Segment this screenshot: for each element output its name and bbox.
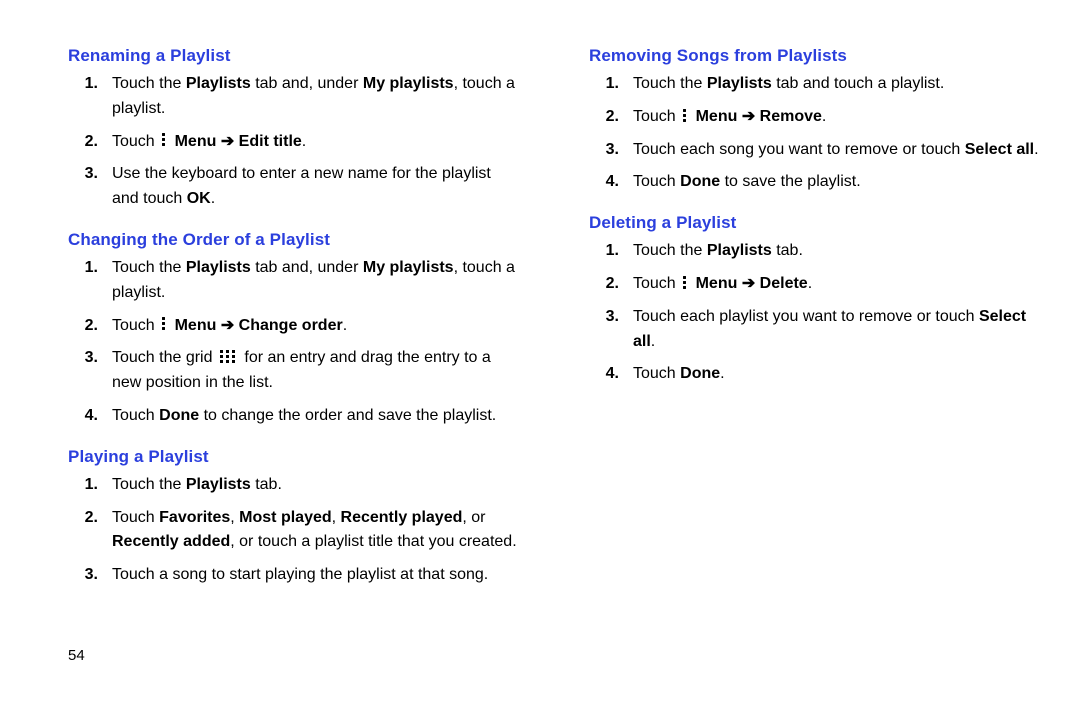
- list-deleting: Touch the Playlists tab. Touch Menu ➔ De…: [589, 239, 1040, 387]
- page-body: Renaming a Playlist Touch the Playlists …: [0, 0, 1080, 596]
- list-item: Touch Menu ➔ Change order.: [68, 314, 519, 339]
- right-column: Removing Songs from Playlists Touch the …: [559, 46, 1040, 596]
- heading-removing: Removing Songs from Playlists: [589, 46, 1040, 66]
- list-item: Touch Favorites, Most played, Recently p…: [68, 506, 519, 556]
- heading-change-order: Changing the Order of a Playlist: [68, 230, 519, 250]
- heading-playing: Playing a Playlist: [68, 447, 519, 467]
- heading-renaming: Renaming a Playlist: [68, 46, 519, 66]
- list-item: Touch the Playlists tab.: [589, 239, 1040, 264]
- list-playing: Touch the Playlists tab. Touch Favorites…: [68, 473, 519, 588]
- list-item: Touch each song you want to remove or to…: [589, 138, 1040, 163]
- list-item: Touch Done to save the playlist.: [589, 170, 1040, 195]
- list-item: Touch the Playlists tab and, under My pl…: [68, 72, 519, 122]
- list-item: Touch Done.: [589, 362, 1040, 387]
- page-number: 54: [68, 647, 85, 664]
- list-item: Touch Menu ➔ Edit title.: [68, 130, 519, 155]
- list-item: Touch each playlist you want to remove o…: [589, 305, 1040, 355]
- menu-icon: [682, 276, 688, 290]
- list-renaming: Touch the Playlists tab and, under My pl…: [68, 72, 519, 212]
- list-item: Touch a song to start playing the playli…: [68, 563, 519, 588]
- list-item: Touch the Playlists tab and, under My pl…: [68, 256, 519, 306]
- left-column: Renaming a Playlist Touch the Playlists …: [38, 46, 519, 596]
- list-item: Touch the Playlists tab and touch a play…: [589, 72, 1040, 97]
- list-item: Touch the grid for an entry and drag the…: [68, 346, 519, 396]
- list-item: Touch Menu ➔ Remove.: [589, 105, 1040, 130]
- list-item: Touch Done to change the order and save …: [68, 404, 519, 429]
- list-item: Touch the Playlists tab.: [68, 473, 519, 498]
- menu-icon: [161, 133, 167, 147]
- list-item: Use the keyboard to enter a new name for…: [68, 162, 519, 212]
- menu-icon: [682, 109, 688, 123]
- list-change-order: Touch the Playlists tab and, under My pl…: [68, 256, 519, 429]
- list-removing: Touch the Playlists tab and touch a play…: [589, 72, 1040, 195]
- grid-icon: [220, 350, 236, 364]
- menu-icon: [161, 317, 167, 331]
- list-item: Touch Menu ➔ Delete.: [589, 272, 1040, 297]
- heading-deleting: Deleting a Playlist: [589, 213, 1040, 233]
